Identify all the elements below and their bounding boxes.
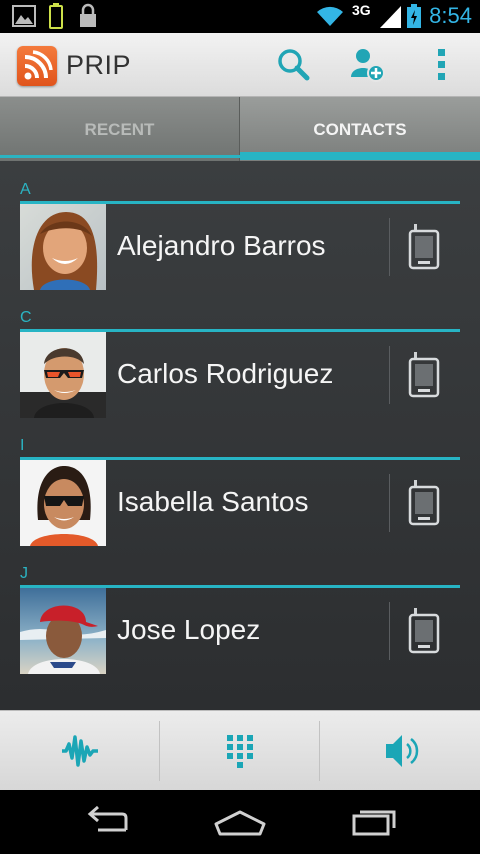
- wifi-icon: [317, 6, 343, 26]
- speaker-icon: [386, 735, 419, 767]
- voice-button[interactable]: [0, 711, 160, 791]
- network-type: 3G: [352, 2, 371, 18]
- section-header-letter: C: [20, 309, 32, 326]
- avatar: [20, 204, 106, 290]
- app-title: PRIP: [66, 50, 132, 80]
- walkie-talkie-icon: [408, 224, 440, 270]
- contact-list[interactable]: A Alejandro Barros C Carlos Rodriguez I …: [0, 161, 480, 710]
- back-icon: [87, 805, 128, 832]
- tab-contacts-indicator: [240, 152, 480, 160]
- walkie-talkie-icon: [408, 352, 440, 398]
- speaker-button[interactable]: [320, 711, 480, 791]
- action-bar: PRIP: [0, 33, 480, 97]
- avatar: [20, 588, 106, 674]
- contact-name: Jose Lopez: [117, 614, 261, 645]
- walkie-talkie-icon: [408, 608, 440, 654]
- overflow-menu-icon: [438, 49, 445, 80]
- prip-logo-icon[interactable]: [17, 46, 57, 86]
- search-button[interactable]: [272, 45, 316, 85]
- item-divider: [389, 346, 390, 404]
- item-divider: [389, 602, 390, 660]
- avatar: [20, 332, 106, 418]
- home-icon: [214, 810, 266, 836]
- lock-icon: [80, 3, 96, 27]
- recent-apps-icon: [352, 810, 396, 836]
- avatar: [20, 460, 106, 546]
- battery-notification-icon: [49, 3, 63, 29]
- section-header-letter: J: [20, 565, 28, 582]
- contact-name: Alejandro Barros: [117, 230, 326, 261]
- list-item[interactable]: Isabella Santos: [20, 460, 460, 546]
- status-bar: 3G 8:54: [0, 0, 480, 33]
- section-header-letter: A: [20, 181, 31, 198]
- tab-contacts-label: CONTACTS: [313, 120, 407, 139]
- item-divider: [389, 474, 390, 532]
- search-icon: [278, 49, 310, 81]
- list-item[interactable]: Jose Lopez: [20, 588, 460, 674]
- talk-button[interactable]: [408, 480, 442, 526]
- tab-bar: RECENT CONTACTS: [0, 97, 480, 161]
- image-notification-icon: [12, 5, 36, 27]
- section-header-letter: I: [20, 437, 25, 454]
- home-button[interactable]: [210, 802, 270, 842]
- bottom-action-bar: [0, 710, 480, 790]
- system-nav-bar: [0, 790, 480, 854]
- status-time: 8:54: [429, 3, 472, 28]
- talk-button[interactable]: [408, 608, 442, 654]
- list-item[interactable]: Alejandro Barros: [20, 204, 460, 290]
- tab-recent[interactable]: RECENT: [0, 97, 240, 161]
- walkie-talkie-icon: [408, 480, 440, 526]
- signal-icon: [380, 6, 401, 28]
- tab-contacts[interactable]: CONTACTS: [240, 97, 480, 161]
- overflow-menu-button[interactable]: [420, 45, 464, 85]
- battery-icon: [407, 4, 421, 28]
- add-contact-icon: [351, 49, 385, 82]
- contact-name: Carlos Rodriguez: [117, 358, 334, 389]
- back-button[interactable]: [78, 802, 138, 842]
- add-contact-button[interactable]: [346, 45, 390, 85]
- recent-apps-button[interactable]: [342, 802, 402, 842]
- dialpad-icon: [227, 735, 253, 768]
- voice-waveform-icon: [62, 735, 98, 767]
- talk-button[interactable]: [408, 224, 442, 270]
- list-item[interactable]: Carlos Rodriguez: [20, 332, 460, 418]
- tab-recent-underline: [0, 155, 240, 158]
- talk-button[interactable]: [408, 352, 442, 398]
- contact-name: Isabella Santos: [117, 486, 309, 517]
- dialpad-button[interactable]: [160, 711, 320, 791]
- tab-recent-label: RECENT: [84, 120, 155, 139]
- item-divider: [389, 218, 390, 276]
